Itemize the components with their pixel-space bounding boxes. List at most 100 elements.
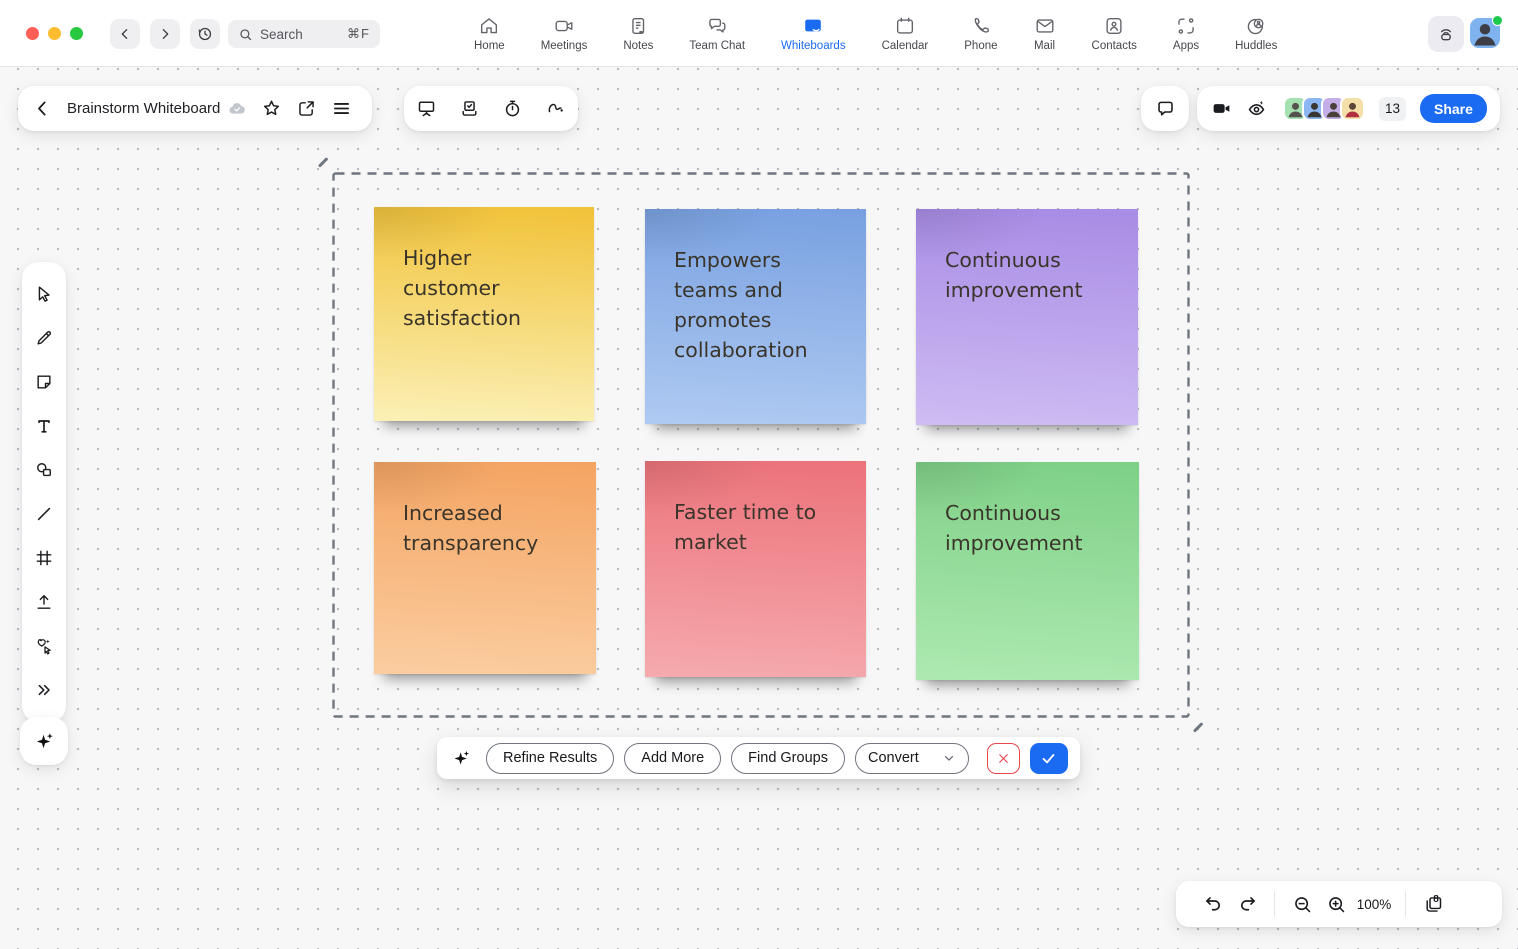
sticky-note-purple[interactable]: Continuous improvement: [916, 209, 1138, 425]
menu-icon: [331, 98, 352, 119]
find-groups-button[interactable]: Find Groups: [731, 743, 845, 774]
ai-sparkle-icon: [451, 748, 472, 769]
search-input[interactable]: Search ⌘F: [228, 20, 380, 48]
undo-button[interactable]: [1196, 887, 1230, 921]
search-shortcut: ⌘F: [347, 26, 370, 42]
selection-handle-top-left[interactable]: [318, 157, 328, 167]
select-tool[interactable]: [22, 272, 66, 316]
forward-icon: [157, 26, 173, 42]
star-board-button[interactable]: [261, 98, 282, 119]
refine-results-button[interactable]: Refine Results: [486, 743, 614, 774]
sticky-note-green[interactable]: Continuous improvement: [916, 462, 1139, 680]
zoom-in-button[interactable]: [1319, 887, 1353, 921]
open-external-button[interactable]: [296, 98, 317, 119]
close-window-button[interactable]: [26, 27, 39, 40]
team-chat-icon: [706, 15, 728, 37]
history-button[interactable]: [190, 19, 220, 49]
participant-avatars[interactable]: [1283, 96, 1365, 121]
board-actions-toolbar: [404, 86, 578, 131]
back-button[interactable]: [110, 19, 140, 49]
line-tool[interactable]: [22, 492, 66, 536]
pen-tool[interactable]: [22, 316, 66, 360]
redo-button[interactable]: [1230, 887, 1264, 921]
search-placeholder: Search: [260, 27, 303, 42]
share-button[interactable]: Share: [1420, 94, 1487, 123]
comment-button[interactable]: [1155, 98, 1176, 119]
nav-item-notes[interactable]: Notes: [623, 15, 653, 52]
text-tool[interactable]: [22, 404, 66, 448]
more-tools-button[interactable]: [22, 668, 66, 712]
nav-item-huddles[interactable]: Huddles: [1235, 15, 1277, 52]
timer-icon: [502, 98, 523, 119]
forward-button[interactable]: [150, 19, 180, 49]
cast-to-device-button[interactable]: [1428, 16, 1464, 52]
zoom-out-icon: [1292, 894, 1313, 915]
sticky-note-blue[interactable]: Empowers teams and promotes collaboratio…: [645, 209, 866, 424]
divider: [1405, 891, 1406, 917]
ai-assistant-button[interactable]: [20, 717, 68, 765]
selection-handle-bottom-right[interactable]: [1193, 722, 1203, 732]
board-menu-button[interactable]: [331, 98, 352, 119]
divider: [1274, 891, 1275, 917]
mail-icon: [1034, 15, 1056, 37]
page-count: 8: [1430, 894, 1442, 905]
stamps-icon: [34, 636, 54, 656]
convert-dropdown[interactable]: Convert: [855, 743, 969, 774]
more-tools-icon: [34, 680, 54, 700]
nav-item-contacts[interactable]: Contacts: [1092, 15, 1137, 52]
nav-item-calendar[interactable]: Calendar: [882, 15, 929, 52]
maximize-window-button[interactable]: [70, 27, 83, 40]
poll-button[interactable]: [459, 98, 480, 119]
zoom-level[interactable]: 100%: [1353, 897, 1395, 912]
minimize-window-button[interactable]: [48, 27, 61, 40]
accept-ai-results-button[interactable]: [1030, 743, 1068, 774]
canvas-controls-bar: 100% 8: [1176, 881, 1502, 927]
participant-avatar-4[interactable]: [1340, 96, 1365, 121]
pages-button[interactable]: 8: [1416, 887, 1450, 921]
add-more-button[interactable]: Add More: [624, 743, 721, 774]
follow-button[interactable]: [1246, 98, 1267, 119]
ai-action-bar: Refine Results Add More Find Groups Conv…: [437, 737, 1080, 779]
sticky-note-tool[interactable]: [22, 360, 66, 404]
nav-item-whiteboards[interactable]: Whiteboards: [781, 15, 846, 52]
convert-dropdown-value: Convert: [868, 750, 919, 766]
redo-icon: [1237, 894, 1258, 915]
confirm-icon: [1040, 750, 1057, 767]
video-button[interactable]: [1211, 98, 1232, 119]
upload-tool[interactable]: [22, 580, 66, 624]
timer-button[interactable]: [502, 98, 523, 119]
nav-item-mail[interactable]: Mail: [1034, 15, 1056, 52]
sticky-note-text: Continuous improvement: [945, 248, 1083, 302]
whiteboard-canvas[interactable]: Higher customer satisfaction Empowers te…: [0, 67, 1518, 949]
meetings-icon: [553, 15, 575, 37]
sticky-note-red[interactable]: Faster time to market: [645, 461, 866, 677]
tools-sidebar: [22, 262, 66, 722]
shapes-tool[interactable]: [22, 448, 66, 492]
nav-item-apps[interactable]: Apps: [1173, 15, 1199, 52]
nav-item-meetings[interactable]: Meetings: [541, 15, 588, 52]
apps-icon: [1175, 15, 1197, 37]
board-title-toolbar: Brainstorm Whiteboard: [18, 86, 372, 131]
laser-pointer-button[interactable]: [545, 98, 566, 119]
sticky-note-icon: [34, 372, 54, 392]
nav-item-team-chat[interactable]: Team Chat: [689, 15, 745, 52]
chevron-left-icon: [32, 98, 53, 119]
open-external-icon: [296, 98, 317, 119]
dismiss-ai-results-button[interactable]: [987, 743, 1020, 774]
zoom-out-button[interactable]: [1285, 887, 1319, 921]
undo-icon: [1203, 894, 1224, 915]
board-back-button[interactable]: [32, 98, 53, 119]
account-avatar[interactable]: [1470, 18, 1500, 48]
phone-icon: [970, 15, 992, 37]
sticky-note-orange[interactable]: Increased transparency: [374, 462, 596, 674]
present-button[interactable]: [416, 98, 437, 119]
nav-item-home[interactable]: Home: [474, 15, 505, 52]
sticky-note-text: Increased transparency: [403, 501, 538, 555]
sticky-note-yellow[interactable]: Higher customer satisfaction: [374, 207, 594, 421]
nav-item-phone[interactable]: Phone: [964, 15, 997, 52]
board-title: Brainstorm Whiteboard: [67, 99, 247, 119]
stamps-tool[interactable]: [22, 624, 66, 668]
frame-tool[interactable]: [22, 536, 66, 580]
participant-count-badge[interactable]: 13: [1379, 97, 1406, 121]
sticky-note-text: Higher customer satisfaction: [403, 246, 521, 330]
